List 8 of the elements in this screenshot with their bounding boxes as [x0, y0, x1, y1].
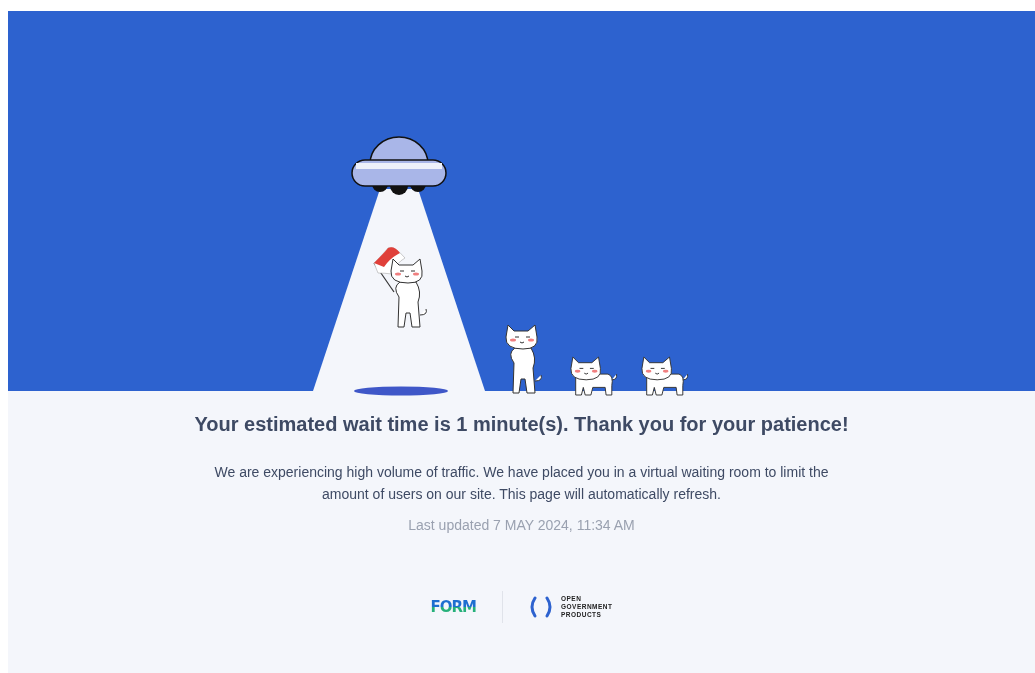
cat-drawing	[505, 324, 542, 394]
cat-drawing	[570, 356, 618, 396]
wait-time-heading: Your estimated wait time is 1 minute(s). Thank you for your patience!	[194, 413, 849, 436]
cat-drawing	[390, 258, 427, 328]
brackets-icon	[528, 596, 553, 618]
last-updated-text: Last updated 7 MAY 2024, 11:34 AM	[408, 517, 635, 533]
traffic-message: We are experiencing high volume of traffic. We have placed you in a virtual waiting room to limit the amount of users on our site. This page will automatically refresh.	[213, 463, 830, 504]
cat-drawing	[641, 356, 689, 396]
